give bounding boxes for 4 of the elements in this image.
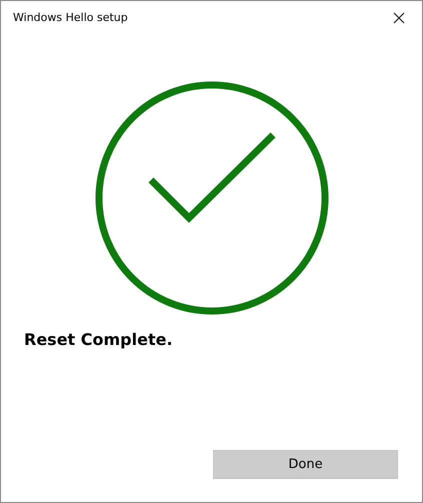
status-heading: Reset Complete. [24, 330, 174, 349]
done-button[interactable]: Done [213, 450, 398, 479]
close-icon [393, 12, 405, 24]
window-title: Windows Hello setup [13, 11, 128, 24]
